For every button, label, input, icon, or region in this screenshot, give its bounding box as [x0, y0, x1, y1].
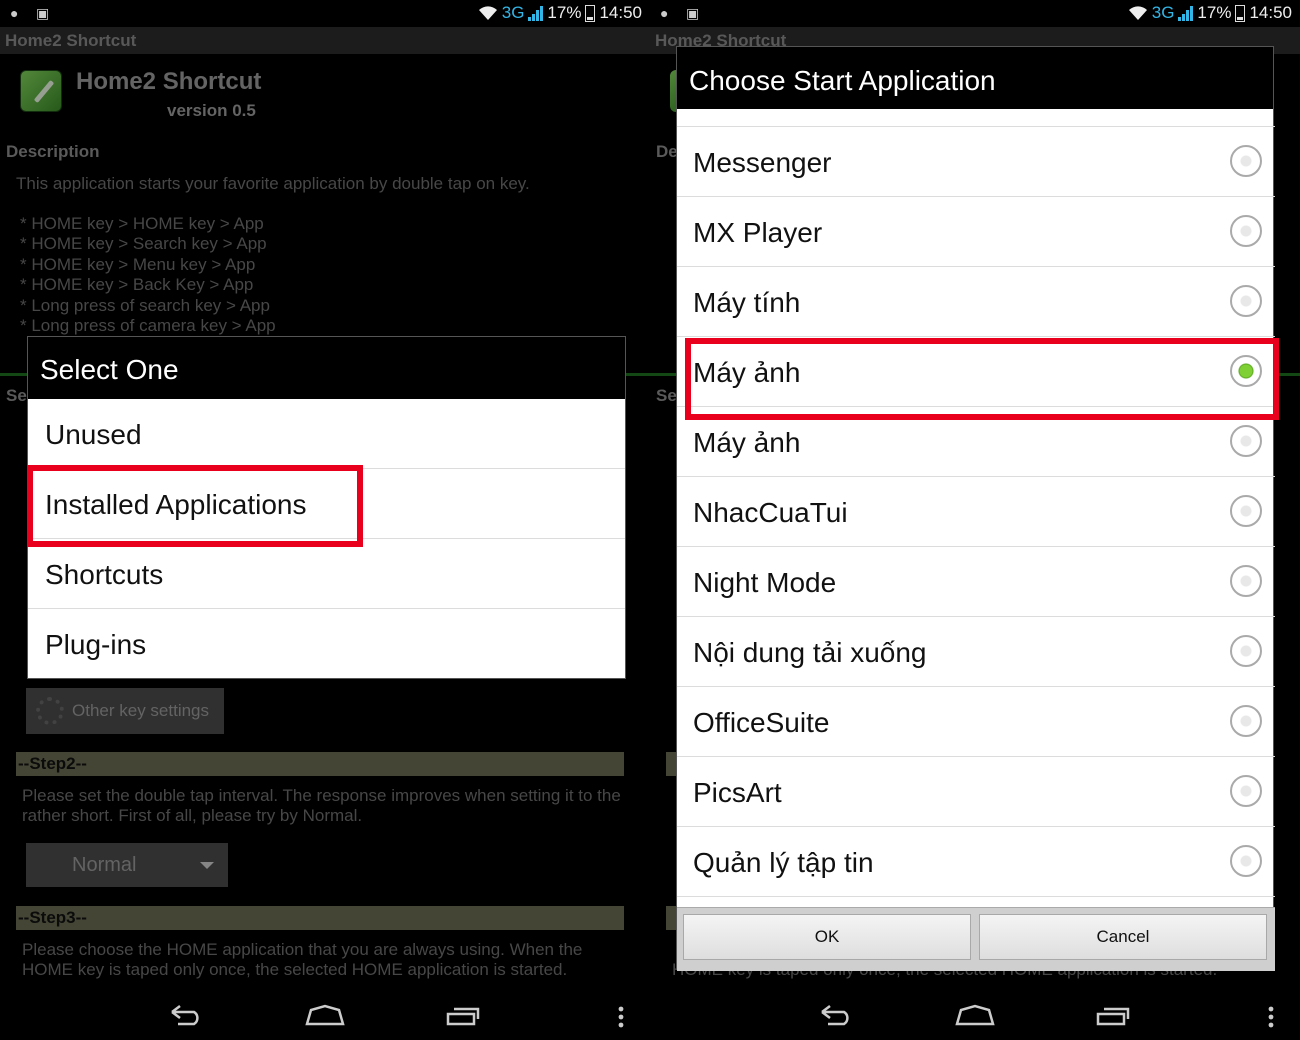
highlight-box — [685, 338, 1279, 420]
radio-button[interactable] — [1230, 145, 1262, 177]
choose-start-application-dialog: Choose Start Application Messenger MX Pl… — [676, 46, 1275, 971]
dialog-button-bar: OK Cancel — [677, 907, 1275, 971]
app-label: PicsArt — [693, 777, 782, 808]
home-icon[interactable] — [955, 1004, 995, 1026]
app-row-partial — [677, 109, 1275, 127]
wifi-icon — [1128, 6, 1147, 20]
image-notification-icon: ▣ — [686, 5, 700, 21]
app-label: Nội dung tải xuống — [693, 637, 927, 668]
app-row[interactable]: MX Player — [677, 197, 1275, 267]
app-label: Messenger — [693, 147, 832, 178]
app-row[interactable]: Máy tính — [677, 267, 1275, 337]
image-notification-icon: ▣ — [36, 5, 50, 21]
network-type: 3G — [1151, 3, 1175, 22]
highlight-box — [27, 465, 363, 547]
option-shortcuts[interactable]: Shortcuts — [28, 539, 625, 609]
right-screen: ● ▣ 3G 17% 14:50 Home2 Shortcut De Se HO… — [650, 0, 1300, 1040]
cancel-button[interactable]: Cancel — [979, 914, 1267, 960]
navigation-bar — [650, 994, 1300, 1040]
recent-apps-icon[interactable] — [446, 1004, 482, 1026]
app-row[interactable]: Quản lý tập tin — [677, 827, 1275, 897]
radio-button[interactable] — [1230, 215, 1262, 247]
back-icon[interactable] — [818, 1004, 854, 1026]
app-label: Máy tính — [693, 287, 801, 318]
overflow-menu-icon[interactable] — [1268, 1006, 1274, 1028]
app-label: Máy ảnh — [693, 427, 801, 458]
radio-button[interactable] — [1230, 285, 1262, 317]
wifi-icon — [478, 6, 497, 20]
battery-icon — [585, 4, 596, 22]
app-list[interactable]: Messenger MX Player Máy tính Máy ảnh Máy… — [677, 109, 1275, 955]
signal-icon — [1178, 5, 1194, 21]
home-icon[interactable] — [305, 1004, 345, 1026]
clock: 14:50 — [1249, 3, 1292, 22]
app-row[interactable]: Nội dung tải xuống — [677, 617, 1275, 687]
select-one-title: Select One — [28, 337, 625, 399]
option-unused[interactable]: Unused — [28, 399, 625, 469]
battery-percent: 17% — [547, 3, 582, 22]
status-bar: ● ▣ 3G 17% 14:50 — [0, 0, 650, 27]
radio-button[interactable] — [1230, 495, 1262, 527]
app-label: MX Player — [693, 217, 823, 248]
app-label: OfficeSuite — [693, 707, 830, 738]
radio-button[interactable] — [1230, 635, 1262, 667]
overflow-menu-icon[interactable] — [618, 1006, 624, 1028]
choose-start-application-title: Choose Start Application — [677, 47, 1273, 109]
signal-icon — [528, 5, 544, 21]
option-plug-ins[interactable]: Plug-ins — [28, 609, 625, 679]
radio-button[interactable] — [1230, 705, 1262, 737]
radio-button[interactable] — [1230, 845, 1262, 877]
radio-button[interactable] — [1230, 565, 1262, 597]
app-row[interactable]: Messenger — [677, 127, 1275, 197]
chat-notification-icon: ● — [10, 5, 19, 21]
left-screen: ● ▣ 3G 17% 14:50 Home2 Shortcut Home2 Sh… — [0, 0, 650, 1040]
navigation-bar — [0, 994, 650, 1040]
app-label: NhacCuaTui — [693, 497, 848, 528]
battery-icon — [1235, 4, 1246, 22]
status-bar: ● ▣ 3G 17% 14:50 — [650, 0, 1300, 27]
chat-notification-icon: ● — [660, 5, 669, 21]
app-row[interactable]: NhacCuaTui — [677, 477, 1275, 547]
clock: 14:50 — [599, 3, 642, 22]
app-row[interactable]: OfficeSuite — [677, 687, 1275, 757]
radio-button[interactable] — [1230, 775, 1262, 807]
app-label: Night Mode — [693, 567, 837, 598]
battery-percent: 17% — [1197, 3, 1232, 22]
ok-button[interactable]: OK — [683, 914, 971, 960]
network-type: 3G — [501, 3, 525, 22]
back-icon[interactable] — [168, 1004, 204, 1026]
app-label: Quản lý tập tin — [693, 847, 874, 878]
radio-button[interactable] — [1230, 425, 1262, 457]
app-row[interactable]: PicsArt — [677, 757, 1275, 827]
recent-apps-icon[interactable] — [1096, 1004, 1132, 1026]
app-row[interactable]: Night Mode — [677, 547, 1275, 617]
